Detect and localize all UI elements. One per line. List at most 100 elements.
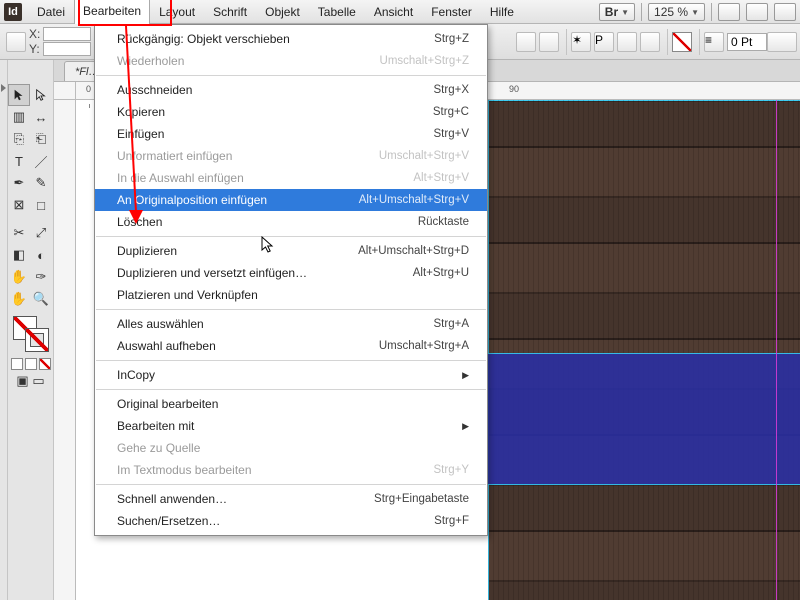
menu-item-label: InCopy: [117, 368, 456, 382]
menu-item-shortcut: Strg+Z: [434, 33, 469, 45]
menu-item[interactable]: Alles auswählenStrg+A: [95, 313, 487, 335]
menu-item-label: Wiederholen: [117, 54, 380, 68]
menu-item: Unformatiert einfügenUmschalt+Strg+V: [95, 145, 487, 167]
menu-item-label: Platzieren und Verknüpfen: [117, 288, 469, 302]
app-logo: Id: [4, 3, 22, 21]
menu-hilfe[interactable]: Hilfe: [481, 0, 523, 24]
divider: [566, 29, 567, 55]
selection-tool[interactable]: [8, 84, 30, 106]
apply-gradient-swatch[interactable]: [25, 358, 37, 370]
stroke-style-dropdown[interactable]: [767, 32, 797, 52]
type-tool[interactable]: T: [8, 150, 30, 172]
menu-item-label: Schnell anwenden…: [117, 492, 374, 506]
gradient-swatch-tool[interactable]: ◧: [8, 244, 30, 266]
menu-item[interactable]: LöschenRücktaste: [95, 211, 487, 233]
rectangle-frame[interactable]: [488, 354, 800, 484]
eyedropper-tool[interactable]: ✑: [30, 266, 52, 288]
y-field[interactable]: [43, 42, 91, 56]
menu-item-label: Einfügen: [117, 127, 434, 141]
menu-item[interactable]: DuplizierenAlt+Umschalt+Strg+D: [95, 240, 487, 262]
menu-item[interactable]: EinfügenStrg+V: [95, 123, 487, 145]
bridge-button[interactable]: Br▼: [599, 3, 635, 21]
preview-mode-icon[interactable]: ▭: [32, 374, 46, 388]
menu-item[interactable]: KopierenStrg+C: [95, 101, 487, 123]
vertical-ruler[interactable]: [54, 100, 76, 600]
frame-tool[interactable]: ⊠: [8, 194, 30, 216]
guide-vertical[interactable]: [776, 100, 777, 600]
x-label: X:: [29, 27, 40, 41]
fill-stroke-proxy[interactable]: [11, 314, 51, 354]
corner-options-icon[interactable]: [617, 32, 637, 52]
menu-item-shortcut: Strg+Eingabetaste: [374, 493, 469, 505]
menu-item-label: Bearbeiten mit: [117, 419, 456, 433]
ruler-origin[interactable]: [54, 82, 76, 100]
text-wrap-icon[interactable]: ✶: [571, 32, 591, 52]
align-icon[interactable]: [640, 32, 660, 52]
menubar-right-cluster: Br▼ 125 %▼: [599, 0, 796, 24]
scissors-tool[interactable]: ✂: [8, 222, 30, 244]
menu-item[interactable]: Original bearbeiten: [95, 393, 487, 415]
view-options-button[interactable]: [718, 3, 740, 21]
gap-tool[interactable]: ↔: [30, 106, 52, 128]
direct-selection-tool[interactable]: [30, 84, 52, 106]
x-field[interactable]: [43, 27, 91, 41]
screen-mode-button[interactable]: [746, 3, 768, 21]
menu-tabelle[interactable]: Tabelle: [309, 0, 365, 24]
gradient-feather-tool[interactable]: ◐: [30, 244, 52, 266]
menu-item[interactable]: Auswahl aufhebenUmschalt+Strg+A: [95, 335, 487, 357]
text-wrap-icon[interactable]: P: [594, 32, 614, 52]
pencil-tool[interactable]: ✎: [30, 172, 52, 194]
pen-tool[interactable]: ✒: [8, 172, 30, 194]
menu-item[interactable]: Bearbeiten mit ▶: [95, 415, 487, 437]
menu-item-shortcut: Umschalt+Strg+Z: [380, 55, 469, 67]
menu-item[interactable]: Rückgängig: Objekt verschiebenStrg+Z: [95, 28, 487, 50]
page-tool[interactable]: ▥: [8, 106, 30, 128]
menu-ansicht[interactable]: Ansicht: [365, 0, 422, 24]
panel-collapse-strip[interactable]: [0, 60, 8, 600]
menu-objekt[interactable]: Objekt: [256, 0, 309, 24]
menu-item-label: Im Textmodus bearbeiten: [117, 463, 434, 477]
note-tool[interactable]: ✋: [8, 266, 30, 288]
menu-item-shortcut: Alt+Strg+V: [413, 172, 469, 184]
menu-item[interactable]: AusschneidenStrg+X: [95, 79, 487, 101]
menu-fenster[interactable]: Fenster: [422, 0, 481, 24]
menu-item-label: An Originalposition einfügen: [117, 193, 359, 207]
content-collector-tool[interactable]: ⎘: [8, 128, 30, 150]
zoom-level[interactable]: 125 %▼: [648, 3, 705, 21]
chevron-down-icon: ▼: [691, 8, 699, 17]
reference-point-widget[interactable]: [6, 32, 26, 52]
menu-schrift[interactable]: Schrift: [204, 0, 256, 24]
menu-item[interactable]: Duplizieren und versetzt einfügen…Alt+St…: [95, 262, 487, 284]
ruler-tick: 90: [509, 84, 519, 94]
menu-layout[interactable]: Layout: [150, 0, 204, 24]
fill-swatch-none[interactable]: [672, 32, 692, 52]
menu-item-shortcut: Strg+C: [433, 106, 469, 118]
menu-datei[interactable]: Datei: [28, 0, 74, 24]
menu-separator: [96, 309, 486, 310]
apply-color-swatch[interactable]: [11, 358, 23, 370]
zoom-tool[interactable]: 🔍: [30, 288, 52, 310]
arrange-button[interactable]: [774, 3, 796, 21]
hand-tool[interactable]: ✋: [8, 288, 30, 310]
placed-image[interactable]: [488, 100, 800, 600]
menu-item[interactable]: Suchen/Ersetzen…Strg+F: [95, 510, 487, 532]
type-on-path-tool[interactable]: ／: [30, 150, 52, 172]
select-content-icon[interactable]: [539, 32, 559, 52]
ruler-tick: 0: [86, 84, 91, 94]
menu-bearbeiten[interactable]: Bearbeiten: [74, 0, 150, 24]
submenu-arrow-icon: ▶: [462, 421, 469, 432]
menu-item[interactable]: Platzieren und Verknüpfen: [95, 284, 487, 306]
menu-item-shortcut: Umschalt+Strg+A: [379, 340, 469, 352]
normal-mode-icon[interactable]: ▣: [16, 374, 30, 388]
menu-item[interactable]: InCopy▶: [95, 364, 487, 386]
rectangle-tool[interactable]: □: [30, 194, 52, 216]
apply-none-swatch[interactable]: [39, 358, 51, 370]
transform-tool[interactable]: ⤢: [30, 222, 52, 244]
content-placer-tool[interactable]: ⎗: [30, 128, 52, 150]
menu-item[interactable]: Schnell anwenden…Strg+Eingabetaste: [95, 488, 487, 510]
menu-item[interactable]: An Originalposition einfügenAlt+Umschalt…: [95, 189, 487, 211]
menu-item-shortcut: Alt+Strg+U: [413, 267, 469, 279]
select-container-icon[interactable]: [516, 32, 536, 52]
stroke-weight-field[interactable]: 0 Pt: [727, 33, 767, 51]
stroke-swatch[interactable]: [25, 328, 49, 352]
